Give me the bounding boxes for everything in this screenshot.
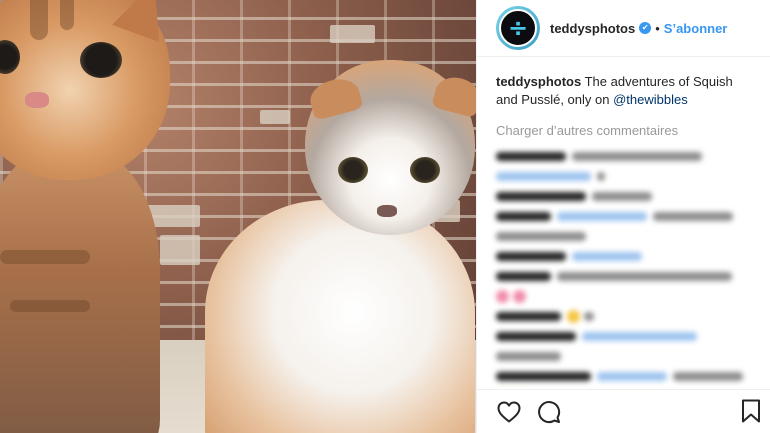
post-header: ÷ teddysphotos ✔ • S’abonner [477,0,770,57]
save-button[interactable] [741,399,763,425]
comment-button[interactable] [536,399,562,425]
comment-bubble-icon [538,400,561,423]
list-item [496,306,751,326]
list-item [496,166,751,186]
list-item [496,146,751,166]
avatar[interactable]: ÷ [496,6,540,50]
orange-tabby-kitten [0,0,180,433]
caption-mention-link[interactable]: @thewibbles [613,92,688,107]
instagram-post: ÷ teddysphotos ✔ • S’abonner teddysphoto… [0,0,770,433]
post-side-panel: ÷ teddysphotos ✔ • S’abonner teddysphoto… [476,0,770,433]
load-more-comments-button[interactable]: Charger d’autres commentaires [496,123,751,138]
post-caption: teddysphotos The adventures of Squish an… [496,73,751,109]
bookmark-icon [742,399,760,423]
follow-button[interactable]: S’abonner [664,21,728,36]
list-item [496,386,751,387]
list-item [496,286,751,306]
post-photo[interactable] [0,0,476,433]
list-item [496,346,751,366]
caption-username-link[interactable]: teddysphotos [496,74,581,89]
list-item [496,266,751,286]
list-item [496,186,751,206]
separator-dot: • [655,20,660,36]
scottish-fold-kitten [205,60,476,433]
list-item [496,246,751,266]
blurred-comments-list [496,146,751,387]
post-actions-bar [477,389,770,433]
list-item [496,206,751,226]
heart-icon [497,401,521,422]
like-button[interactable] [496,399,522,425]
username-link[interactable]: teddysphotos [550,21,635,36]
comments-section: teddysphotos The adventures of Squish an… [477,57,770,387]
list-item [496,226,751,246]
list-item [496,326,751,346]
divide-logo-icon: ÷ [507,14,529,42]
verified-badge-icon: ✔ [639,22,652,34]
list-item [496,366,751,386]
